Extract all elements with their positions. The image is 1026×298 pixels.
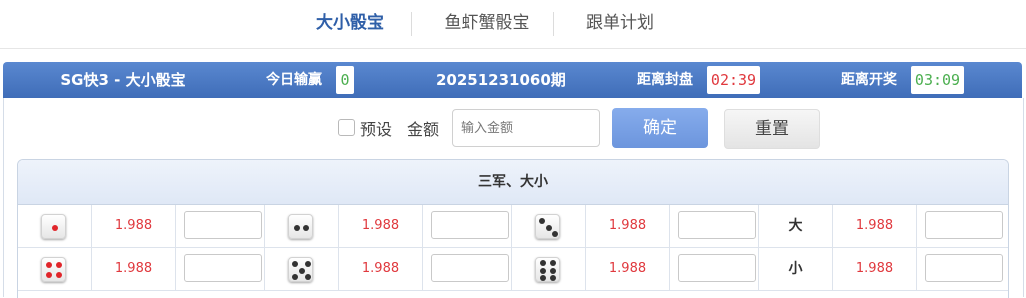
dice-six-icon [535, 257, 560, 282]
tab-fish-shrimp-crab[interactable]: 鱼虾蟹骰宝 [432, 0, 542, 48]
amount-input[interactable] [452, 109, 600, 147]
reset-button[interactable]: 重置 [724, 109, 820, 149]
bet-amount-input[interactable] [925, 211, 1003, 239]
bet-option-cell [265, 248, 339, 290]
tab-divider [411, 12, 412, 36]
draw-countdown-label: 距离开奖 [841, 72, 897, 88]
tab-dice-bigsmall[interactable]: 大小骰宝 [300, 0, 400, 48]
bet-table-header: 三军、大小 [18, 160, 1008, 205]
dice-four-icon [41, 257, 66, 282]
today-winloss-value: 0 [336, 66, 354, 94]
bet-input-cell [670, 205, 759, 247]
table-row: 1.988 1.988 1.988 大 1.988 [18, 205, 1008, 248]
game-tabs: 大小骰宝 鱼虾蟹骰宝 跟单计划 [0, 0, 1026, 49]
bet-option-cell [18, 248, 92, 290]
bet-table: 三军、大小 1.988 1.988 1.988 大 1.988 1.988 1.988 1.9… [17, 159, 1009, 298]
bet-input-cell [917, 248, 1005, 290]
odds-value: 1.988 [339, 248, 423, 290]
bet-option-cell [18, 205, 92, 247]
bet-option-cell [265, 205, 339, 247]
bet-input-cell [176, 248, 265, 290]
odds-value: 1.988 [92, 205, 176, 247]
odds-value: 1.988 [586, 248, 670, 290]
preset-label: 预设 [360, 120, 393, 139]
dice-five-icon [288, 257, 313, 282]
bet-input-cell [423, 205, 512, 247]
amount-label: 金额 [407, 120, 440, 139]
odds-value: 1.988 [339, 205, 423, 247]
bet-controls: 预设 金额 确定 重置 [4, 98, 1023, 158]
bet-amount-input[interactable] [431, 254, 509, 282]
confirm-button[interactable]: 确定 [612, 108, 708, 148]
bet-amount-input[interactable] [184, 211, 262, 239]
bet-amount-input[interactable] [184, 254, 262, 282]
bet-amount-input[interactable] [678, 211, 756, 239]
odds-value: 1.988 [833, 205, 917, 247]
table-row: 1.988 1.988 1.988 小 1.988 [18, 248, 1008, 291]
tab-follow-plan[interactable]: 跟单计划 [572, 0, 668, 48]
bet-input-cell [670, 248, 759, 290]
bet-amount-input[interactable] [431, 211, 509, 239]
bet-option-label: 小 [759, 248, 833, 290]
odds-value: 1.988 [833, 248, 917, 290]
today-winloss-label: 今日输赢 [266, 72, 322, 88]
dice-one-icon [41, 214, 66, 239]
close-countdown-timer: 02:39 [707, 66, 760, 94]
odds-value: 1.988 [586, 205, 670, 247]
preset-checkbox[interactable] [338, 119, 355, 136]
bet-amount-input[interactable] [925, 254, 1003, 282]
bet-option-label: 大 [759, 205, 833, 247]
bet-amount-input[interactable] [678, 254, 756, 282]
tab-divider [553, 12, 554, 36]
dice-two-icon [288, 214, 313, 239]
bet-input-cell [176, 205, 265, 247]
bet-option-cell [512, 248, 586, 290]
period-number: 20251231060期 [436, 71, 566, 89]
close-countdown-label: 距离封盘 [637, 72, 693, 88]
bet-input-cell [917, 205, 1005, 247]
game-info-bar: SG快3 - 大小骰宝 今日输赢 0 20251231060期 距离封盘 02:… [3, 62, 1022, 98]
draw-countdown-timer: 03:09 [911, 66, 964, 94]
bet-option-cell [512, 205, 586, 247]
odds-value: 1.988 [92, 248, 176, 290]
bet-panel: 预设 金额 确定 重置 三军、大小 1.9881.9881.988大1.9881… [3, 98, 1024, 298]
bet-input-cell [423, 248, 512, 290]
dice-three-icon [535, 214, 560, 239]
game-title: SG快3 - 大小骰宝 [60, 71, 186, 89]
